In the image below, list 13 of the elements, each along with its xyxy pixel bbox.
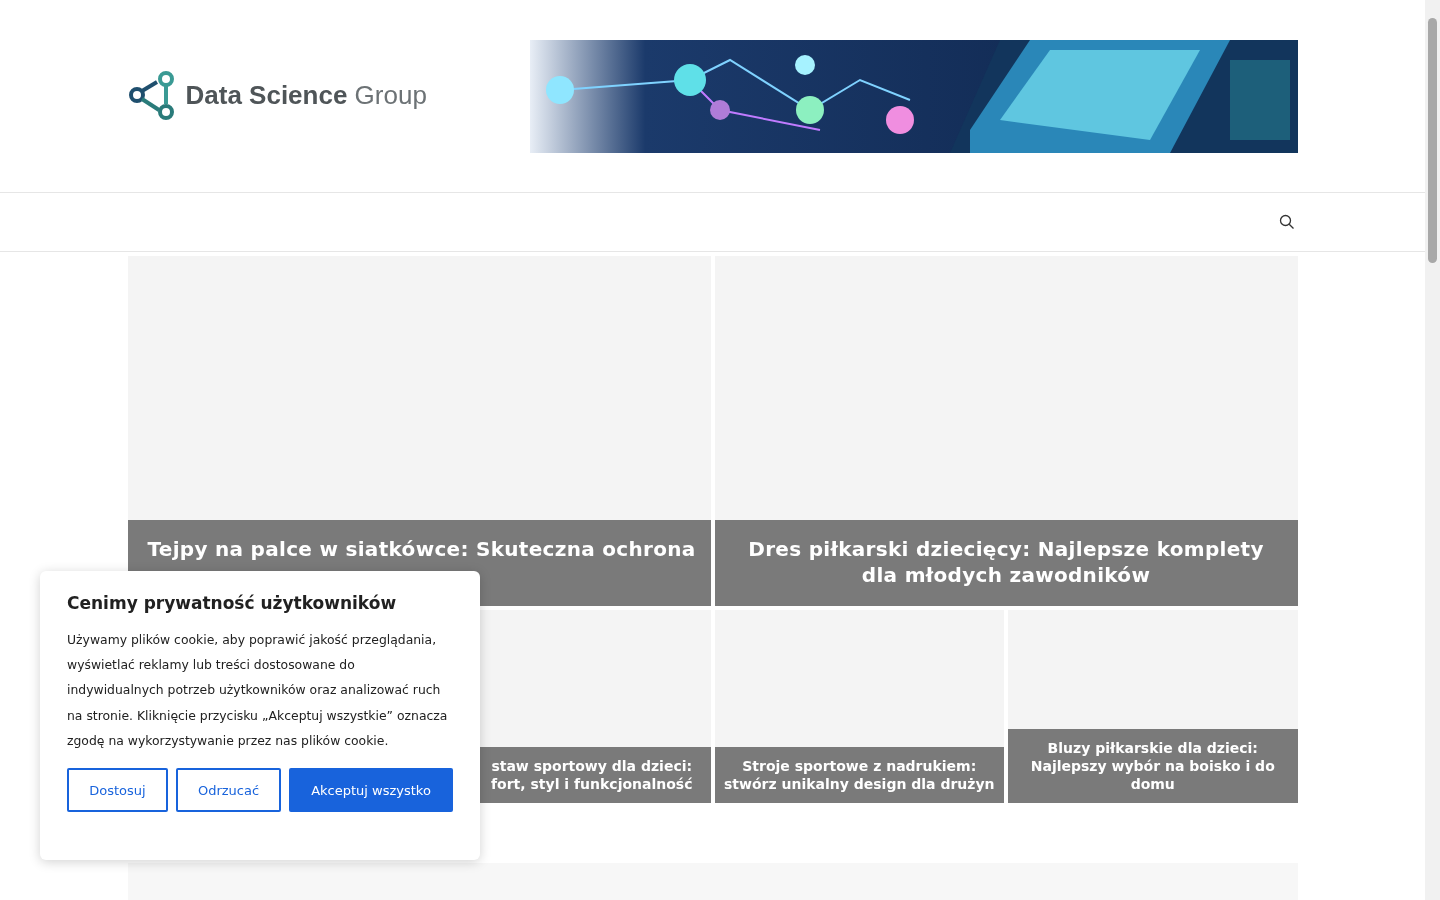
molecule-icon [127,69,176,122]
search-icon[interactable] [1278,214,1295,230]
site-logo[interactable]: Data Science Group [127,69,427,122]
article-title[interactable]: Dres piłkarski dziecięcy: Najlepsze komplety dla młodych zawodników [714,520,1298,606]
cookie-button[interactable]: Odrzucać [176,768,281,812]
article-card[interactable]: Dres piłkarski dziecięcy: Najlepsze komplety dla młodych zawodników [714,256,1298,606]
article-title[interactable]: Bluzy piłkarskie dla dzieci: Najlepszy wybór na boisko i do domu [1008,729,1298,803]
article-title[interactable]: Stroje sportowe z nadrukiem: stwórz unikalny design dla drużyn [714,747,1004,803]
scrollbar[interactable] [1425,0,1440,900]
scrollbar-thumb[interactable] [1428,18,1437,263]
cookie-button[interactable]: Dostosuj [67,768,168,812]
banner-text: Używamy plików cookie, aby poprawić jakość przeglądania, wyświetlać reklamy lub treści dostosowane do indywidualnych potrzeb użytkowników oraz analizować ruch na stronie. Kliknięcie przycisku „Akceptuj wszystkie” oznacza zgodę na wykorzystywanie przez nas plików cookie. [67,631,449,750]
accept-button[interactable]: Akceptuj wszystko [289,768,453,812]
